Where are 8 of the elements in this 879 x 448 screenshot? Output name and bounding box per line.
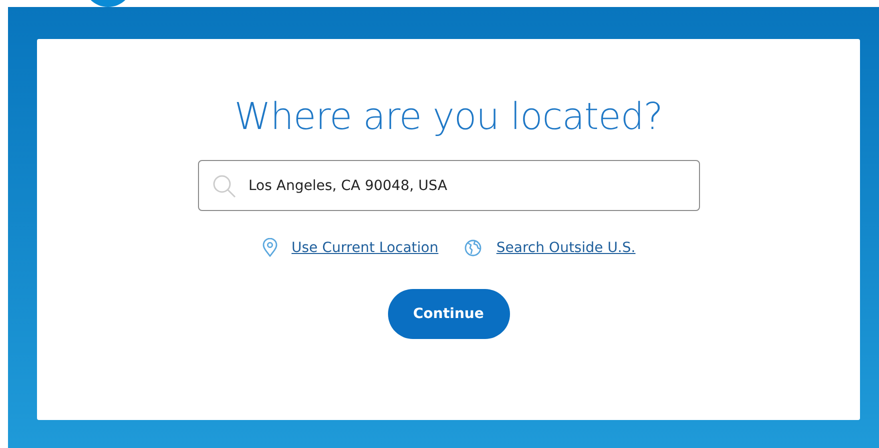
link[interactable]: Search Outside U.S. (496, 240, 636, 256)
link[interactable]: Use Current Location (292, 240, 438, 256)
search-icon (212, 174, 236, 198)
search-field[interactable]: Los Angeles, CA 90048, USA (198, 160, 700, 211)
continue-button[interactable]: Continue (388, 289, 510, 339)
heading: Where are you located? (234, 95, 663, 138)
globe-icon (464, 238, 482, 256)
location-pin-icon (262, 238, 278, 257)
